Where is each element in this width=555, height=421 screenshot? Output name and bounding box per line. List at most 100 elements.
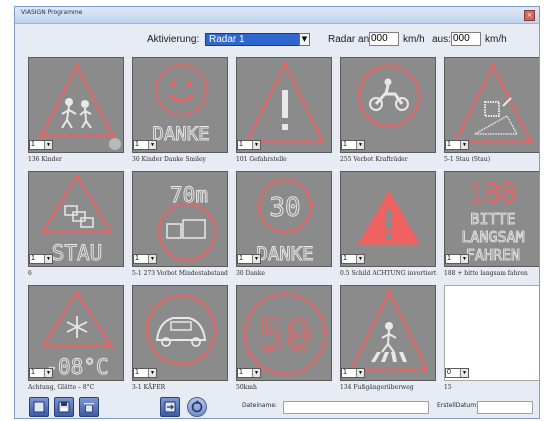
sign-caption: 15	[444, 384, 452, 391]
sign-display[interactable]: 1 ▼	[340, 285, 436, 381]
sign-display[interactable]: 70m 1 ▼	[132, 171, 228, 267]
sign-cell[interactable]: 1 ▼ 136 Kinder	[28, 57, 124, 172]
sign-cell[interactable]: 0 ▼ 15	[444, 285, 539, 400]
temperature-text: -08°C	[45, 355, 108, 379]
dateiname-field[interactable]	[283, 401, 429, 414]
program-select[interactable]: 1 ▼	[341, 254, 365, 264]
dateiname-label: Dateiname:	[242, 402, 278, 409]
sign-display[interactable]: 1 ▼	[28, 57, 124, 153]
aus-label: aus:	[432, 34, 451, 45]
new-file-icon	[33, 401, 45, 413]
sign-cell[interactable]: 188 BITTE LANGSAM FAHREN 1 ▼ 188 + bitte …	[444, 171, 539, 286]
program-select[interactable]: 1 ▼	[445, 254, 469, 264]
sign-cell[interactable]: 1 ▼ 0.5 Schild ACHTUNG invertiert	[340, 171, 436, 286]
sign-caption: Achtung, Glätte – 8°C	[28, 384, 95, 391]
sign-caption: 5-1 Stau (Stau)	[444, 156, 491, 163]
aus-unit: km/h	[485, 34, 507, 45]
sign-caption: 101 Gefahrstelle	[236, 156, 287, 163]
sign-display[interactable]: 50 1 ▼	[236, 285, 332, 381]
sign-cell[interactable]: 30 DANKE 1 ▼ 30 Danke	[236, 171, 332, 286]
export-icon	[164, 401, 176, 413]
radar-an-unit: km/h	[403, 34, 425, 45]
sign-display[interactable]: 1 ▼	[132, 285, 228, 381]
sign-display[interactable]: 188 BITTE LANGSAM FAHREN 1 ▼	[444, 171, 539, 267]
aktivierung-value: Radar 1	[209, 34, 245, 45]
stau-text: STAU	[52, 241, 103, 265]
sign-cell[interactable]: 1 ▼ 134 Fußgängerüberweg	[340, 285, 436, 400]
sign-cell[interactable]: 1 ▼ 3-1 KÄFER	[132, 285, 228, 400]
sign-display[interactable]: 1 ▼	[340, 57, 436, 153]
sign-display-empty[interactable]: 0 ▼	[444, 285, 539, 381]
sign-cell[interactable]: 1 ▼ 5-1 Stau (Stau)	[444, 57, 539, 172]
window-title: VIASIGN Programme	[21, 9, 83, 16]
sign-caption: 136 Kinder	[28, 156, 62, 163]
program-select[interactable]: 1 ▼	[237, 254, 261, 264]
sign-caption: 50kmh	[236, 384, 257, 391]
program-select[interactable]: 1 ▼	[133, 368, 157, 378]
sign-cell[interactable]: DANKE 1 ▼ 30 Kinder Danke Smiley	[132, 57, 228, 172]
program-select[interactable]: 1 ▼	[29, 368, 53, 378]
sign-cell[interactable]: STAU 1 ▼ 6	[28, 171, 124, 286]
sign-cell[interactable]: 1 ▼ 255 Verbot Krafträder	[340, 57, 436, 172]
sign-caption: 3-1 KÄFER	[132, 384, 166, 391]
sign-caption: 134 Fußgängerüberweg	[340, 384, 414, 391]
delete-button[interactable]	[79, 397, 99, 417]
program-select[interactable]: 1 ▼	[237, 140, 261, 150]
program-select[interactable]: 1 ▼	[445, 140, 469, 150]
sign-caption: 30 Danke	[236, 270, 265, 277]
sign-display[interactable]: 30 DANKE 1 ▼	[236, 171, 332, 267]
save-button[interactable]	[54, 397, 74, 417]
bitte-text: BITTE	[470, 210, 515, 228]
sign-cell[interactable]: -08°C 1 ▼ Achtung, Glätte – 8°C	[28, 285, 124, 400]
danke2-text: DANKE	[256, 243, 313, 265]
fahren-text: FAHREN	[466, 246, 520, 264]
refresh-icon	[191, 400, 203, 413]
program-select[interactable]: 1 ▼	[29, 254, 53, 264]
speed30-text: 30	[269, 193, 300, 223]
sign-display[interactable]: -08°C 1 ▼	[28, 285, 124, 381]
erstelldatum-field[interactable]	[477, 401, 533, 414]
sign-display[interactable]: 1 ▼	[340, 171, 436, 267]
close-icon[interactable]: ×	[524, 10, 535, 21]
sign-cell[interactable]: 50 1 ▼ 50kmh	[236, 285, 332, 400]
program-select[interactable]: 1 ▼	[341, 368, 365, 378]
save-icon	[58, 401, 70, 413]
langsam-text: LANGSAM	[461, 228, 524, 246]
program-select[interactable]: 1 ▼	[237, 368, 261, 378]
activation-controls: Aktivierung: Radar 1 ▼ Radar an: 000 km/…	[15, 29, 539, 51]
program-window: VIASIGN Programme × Aktivierung: Radar 1…	[14, 6, 540, 419]
sign-caption: 0.5 Schild ACHTUNG invertiert	[340, 270, 437, 277]
sign-display[interactable]: DANKE 1 ▼	[132, 57, 228, 153]
sign-cell[interactable]: 1 ▼ 101 Gefahrstelle	[236, 57, 332, 172]
aktivierung-label: Aktivierung:	[147, 34, 200, 45]
new-button[interactable]	[29, 397, 49, 417]
program-select[interactable]: 0 ▼	[445, 368, 469, 378]
program-select[interactable]: 1 ▼	[29, 140, 53, 150]
sign-caption: 5-1 273 Verbot Mindestabstand	[132, 270, 228, 277]
sign-caption: 6	[28, 270, 32, 277]
aktivierung-select[interactable]: Radar 1 ▼	[205, 33, 310, 46]
program-select[interactable]: 1 ▼	[133, 254, 157, 264]
sign-display[interactable]: STAU 1 ▼	[28, 171, 124, 267]
chevron-down-icon[interactable]: ▼	[299, 33, 310, 46]
danke-text: DANKE	[152, 123, 209, 145]
sign-display[interactable]: 1 ▼	[444, 57, 539, 153]
trash-icon	[84, 403, 94, 413]
export-button[interactable]	[160, 397, 180, 417]
title-bar: VIASIGN Programme ×	[15, 7, 539, 24]
program-select[interactable]: 1 ▼	[341, 140, 365, 150]
sign-caption: 188 + bitte langsam fahren	[444, 270, 528, 277]
erstelldatum-label: ErstellDatum:	[437, 402, 479, 409]
refresh-button[interactable]	[187, 397, 207, 417]
speed50-text: 50	[259, 310, 312, 361]
sign-caption: 30 Kinder Danke Smiley	[132, 156, 206, 163]
sign-cell[interactable]: 70m 1 ▼ 5-1 273 Verbot Mindestabstand	[132, 171, 228, 286]
radar-an-input[interactable]: 000	[369, 32, 399, 46]
bottom-toolbar: Dateiname: ErstellDatum:	[15, 391, 539, 418]
program-select[interactable]: 1 ▼	[133, 140, 157, 150]
sign-caption: 255 Verbot Krafträder	[340, 156, 408, 163]
radar-an-label: Radar an:	[328, 34, 372, 45]
sign-display[interactable]: 1 ▼	[236, 57, 332, 153]
aus-input[interactable]: 000	[451, 32, 481, 46]
speed-188-text: 188	[470, 179, 517, 209]
